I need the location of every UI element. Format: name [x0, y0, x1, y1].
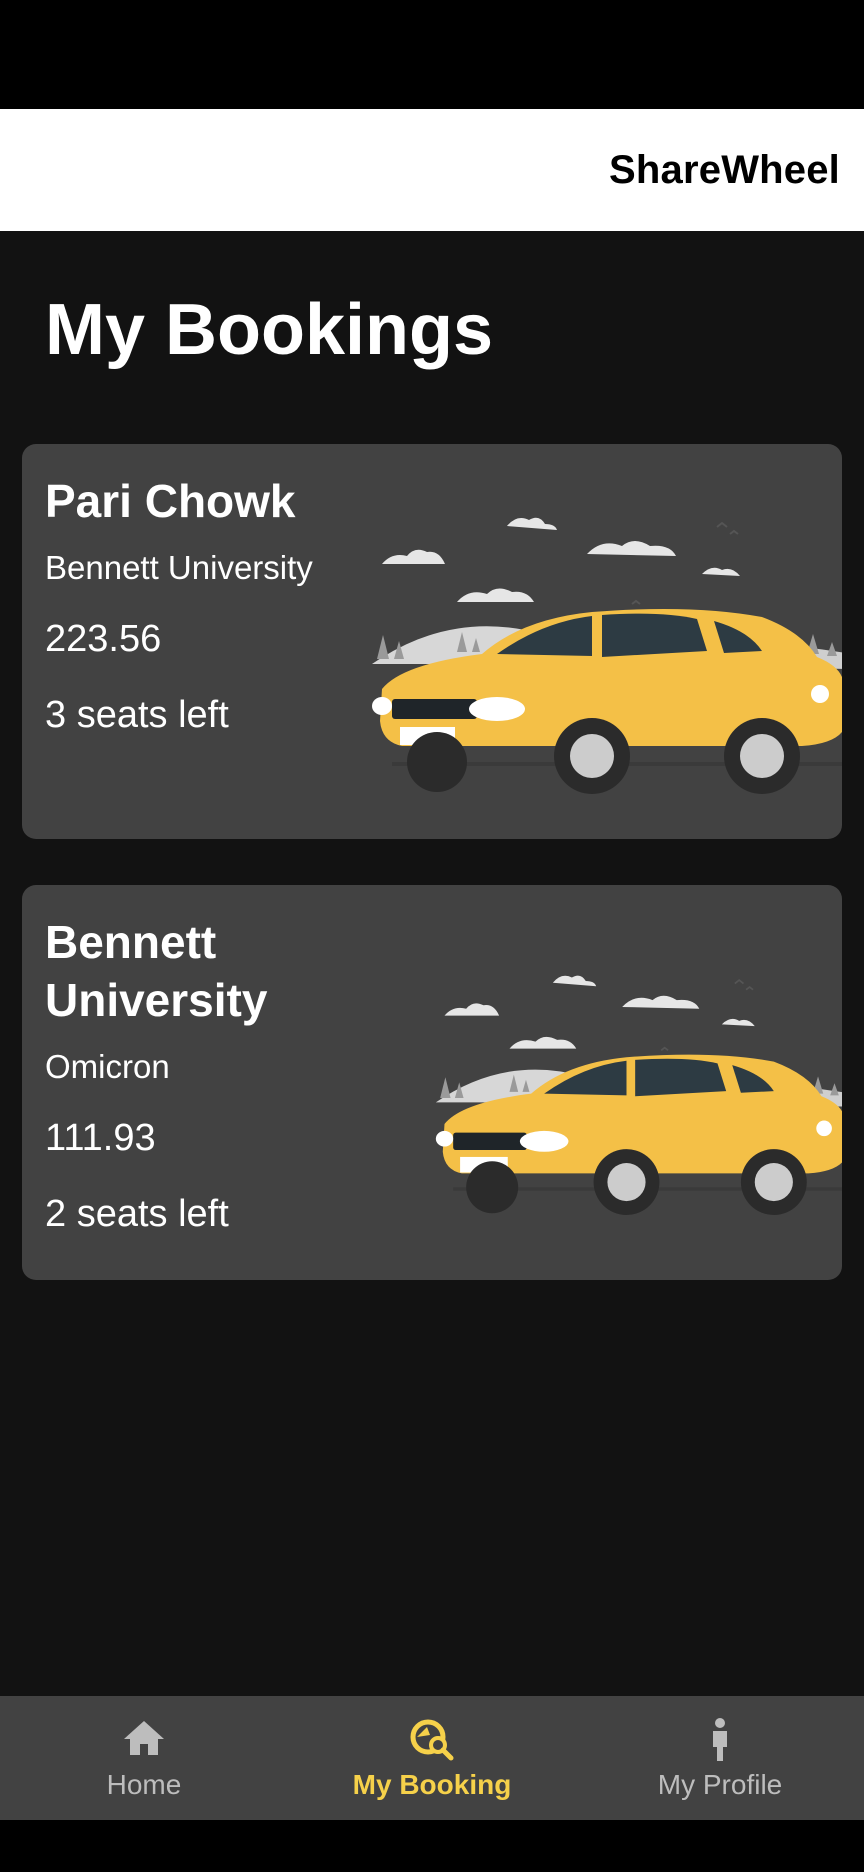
- car-illustration: [435, 975, 842, 1215]
- booking-card[interactable]: Pari Chowk Bennett University 223.56 3 s…: [22, 444, 842, 839]
- app-bar: ShareWheel: [0, 109, 864, 231]
- nav-item-home[interactable]: Home: [0, 1696, 288, 1820]
- booking-destination: Pari Chowk: [45, 475, 296, 527]
- booking-origin: Bennett University: [45, 549, 313, 586]
- main-content: My Bookings Pari Chowk Bennett Universit…: [0, 231, 864, 1696]
- nav-item-my-profile[interactable]: My Profile: [576, 1696, 864, 1820]
- person-icon: [713, 1718, 727, 1761]
- page-title: My Bookings: [45, 290, 494, 370]
- car-illustration: [372, 517, 842, 794]
- booking-card-text: Bennett University Omicron 111.93 2 seat…: [45, 913, 385, 1237]
- app-title: ShareWheel: [609, 147, 840, 192]
- booking-destination: Bennett University: [45, 916, 268, 1026]
- nav-label-my-booking: My Booking: [352, 1769, 512, 1800]
- booking-seats: 2 seats left: [45, 1193, 229, 1235]
- nav-label-my-profile: My Profile: [657, 1769, 783, 1800]
- booking-search-icon: [410, 1719, 454, 1761]
- booking-card-text: Pari Chowk Bennett University 223.56 3 s…: [45, 472, 385, 738]
- booking-price: 111.93: [45, 1117, 156, 1159]
- nav-item-my-booking[interactable]: My Booking: [288, 1696, 576, 1820]
- booking-price: 223.56: [45, 618, 162, 660]
- booking-seats: 3 seats left: [45, 694, 229, 736]
- system-navigation-bar: [0, 1820, 864, 1872]
- booking-card[interactable]: Bennett University Omicron 111.93 2 seat…: [22, 885, 842, 1280]
- booking-origin: Omicron: [45, 1048, 170, 1085]
- nav-label-home: Home: [106, 1769, 182, 1800]
- home-icon: [124, 1721, 164, 1755]
- bottom-navigation: Home My Booking My Profile: [0, 1696, 864, 1820]
- status-bar: [0, 0, 864, 109]
